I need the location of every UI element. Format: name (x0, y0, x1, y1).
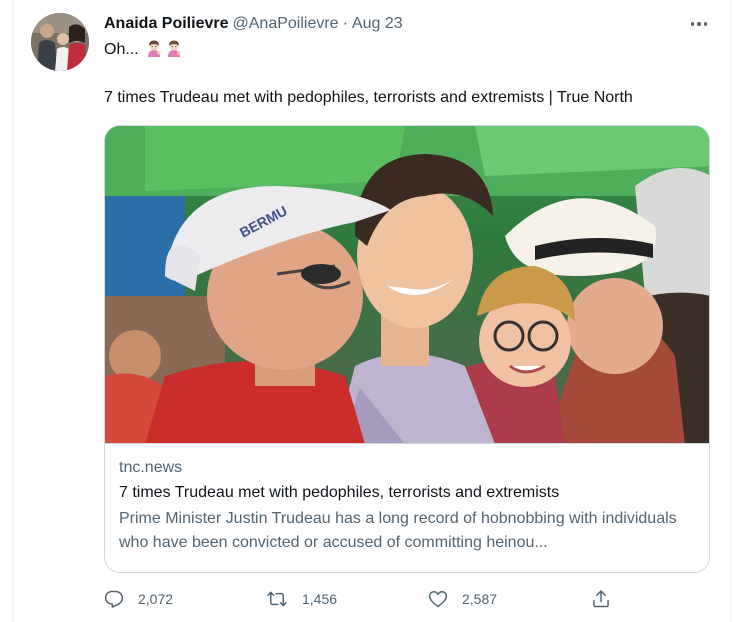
tweet-header: Anaida Poilievre @AnaPoilievre · Aug 23 (104, 13, 403, 35)
tweet-text: Oh... 7 times Trudeau met with pedophile… (104, 39, 633, 109)
more-icon (690, 22, 695, 26)
share-button[interactable] (591, 589, 611, 609)
link-card-title: 7 times Trudeau met with pedophiles, ter… (119, 484, 560, 501)
timeline-border-left (12, 0, 13, 622)
link-card-image: BERMU (105, 126, 709, 444)
link-card[interactable]: BERMU tnc.news 7 times Trudeau met with … (104, 125, 710, 573)
tweet-text-line-1: Oh... (104, 39, 633, 61)
reply-button[interactable]: 2,072 (104, 589, 173, 609)
reply-count: 2,072 (138, 591, 174, 607)
retweet-button[interactable]: 1,456 (266, 589, 337, 609)
more-icon-dot (703, 22, 708, 26)
header-separator: · (342, 15, 348, 32)
woman-tipping-hand-emoji (168, 40, 181, 57)
reply-icon (104, 590, 124, 608)
more-icon-dot (697, 22, 701, 26)
author-display-name[interactable]: Anaida Poilievre (104, 15, 229, 33)
like-count: 2,587 (462, 591, 498, 607)
tweet-date[interactable]: Aug 23 (352, 15, 403, 33)
like-button[interactable]: 2,587 (428, 589, 497, 609)
timeline-border-right (730, 0, 731, 622)
tweet-text-line-2: 7 times Trudeau met with pedophiles, ter… (104, 89, 633, 106)
tweet-actions: 2,072 1,456 2,587 (104, 589, 616, 613)
author-avatar[interactable] (31, 13, 89, 71)
retweet-icon (267, 591, 287, 607)
author-handle[interactable]: @AnaPoilievre (233, 15, 339, 33)
tweet-text-oh: Oh... (104, 41, 139, 58)
retweet-count: 1,456 (302, 591, 338, 607)
link-card-body: tnc.news 7 times Trudeau met with pedoph… (119, 457, 695, 555)
like-icon (428, 591, 448, 608)
more-options-button[interactable] (686, 13, 712, 35)
woman-tipping-hand-emoji (148, 40, 161, 57)
link-card-description: Prime Minister Justin Trudeau has a long… (119, 510, 677, 551)
share-icon (593, 590, 609, 608)
link-card-domain: tnc.news (119, 459, 183, 476)
